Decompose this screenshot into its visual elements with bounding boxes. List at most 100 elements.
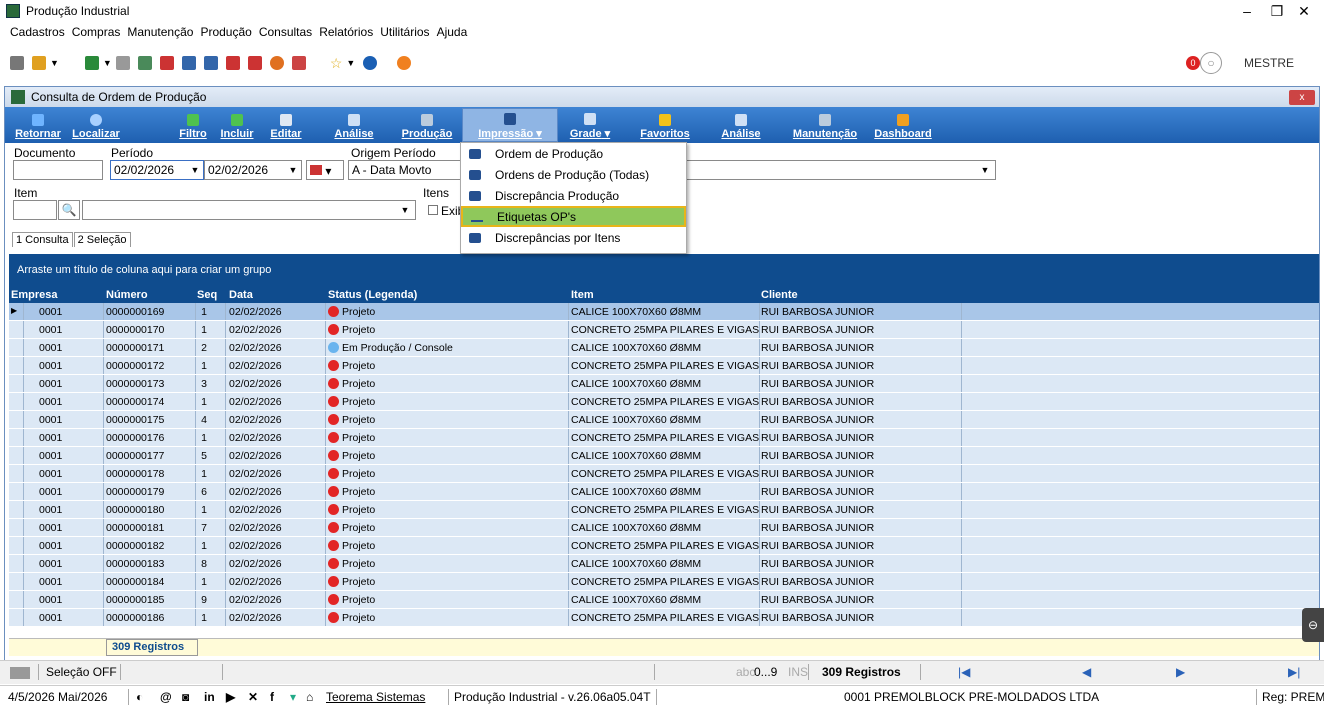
table-row[interactable]: 0001 0000000174 1 02/02/2026 Projeto CONCRETO…	[9, 393, 1319, 411]
next-record-icon[interactable]: ▶	[1176, 665, 1185, 679]
chevron-down-icon[interactable]: ▼	[188, 161, 202, 179]
chevron-down-icon[interactable]: ▼	[978, 161, 992, 179]
factory-icon[interactable]	[115, 56, 130, 70]
header-empresa[interactable]: Empresa	[11, 289, 57, 301]
tab-selecao[interactable]: 2 Seleção	[73, 232, 131, 247]
menu-producao[interactable]: Produção	[200, 25, 251, 39]
chevron-down-icon[interactable]: ▼	[50, 58, 59, 68]
origem-field[interactable]: A - Data Movto	[348, 160, 462, 180]
origem-extra-select[interactable]	[686, 160, 996, 180]
notification-badge[interactable]: 0	[1185, 56, 1200, 70]
chevron-down-icon[interactable]: ▼	[346, 58, 355, 68]
close-button[interactable]: ✕	[1281, 0, 1324, 22]
linkedin-icon[interactable]: in	[204, 690, 215, 704]
menu-manutencao[interactable]: Manutenção	[127, 25, 193, 39]
youtube-icon[interactable]: ▶	[226, 690, 235, 704]
brand-icon[interactable]: ▾	[290, 690, 296, 704]
menu-utilitarios[interactable]: Utilitários	[380, 25, 429, 39]
grade-button[interactable]: Grade ▾	[565, 113, 615, 140]
item-code-field[interactable]	[13, 200, 57, 220]
exib-checkbox[interactable]: Exib	[428, 204, 464, 218]
menu-ajuda[interactable]: Ajuda	[437, 25, 468, 39]
prev-record-icon[interactable]: ◀	[1082, 665, 1091, 679]
table-row[interactable]: 0001 0000000186 1 02/02/2026 Projeto CONCRETO…	[9, 609, 1319, 627]
header-item[interactable]: Item	[571, 289, 594, 301]
facebook-icon[interactable]: f	[270, 690, 274, 704]
chevron-down-icon[interactable]: ▼	[398, 201, 412, 219]
table-row[interactable]: 0001 0000000179 6 02/02/2026 Projeto CALICE 1…	[9, 483, 1319, 501]
header-seq[interactable]: Seq	[197, 289, 217, 301]
calendar-list-icon[interactable]	[225, 56, 240, 70]
last-record-icon[interactable]: ▶|	[1288, 665, 1300, 679]
table-row[interactable]: 0001 0000000177 5 02/02/2026 Projeto CALICE 1…	[9, 447, 1319, 465]
localizar-button[interactable]: Localizar	[65, 114, 127, 140]
group-by-bar[interactable]: Arraste um título de coluna aqui para cr…	[9, 254, 1319, 288]
inner-close-button[interactable]: x	[1289, 90, 1315, 105]
gear-icon[interactable]	[269, 56, 284, 70]
tab-consulta[interactable]: 1 Consulta	[12, 232, 73, 247]
header-numero[interactable]: Número	[106, 289, 148, 301]
chart-icon[interactable]	[181, 56, 196, 70]
calculator-icon[interactable]	[203, 56, 218, 70]
table-row[interactable]: 0001 0000000170 1 02/02/2026 Projeto CONCRETO…	[9, 321, 1319, 339]
star-icon[interactable]: ☆	[330, 55, 343, 72]
filtro-button[interactable]: Filtro	[173, 114, 213, 140]
selection-status[interactable]: Seleção OFF	[46, 665, 117, 679]
manutencao-button[interactable]: Manutenção	[785, 114, 865, 140]
report-icon[interactable]	[291, 56, 306, 70]
screen-icon[interactable]	[10, 56, 24, 70]
table-row[interactable]: 0001 0000000171 2 02/02/2026 Em Produção / C…	[9, 339, 1319, 357]
chevron-down-icon[interactable]: ▼	[286, 161, 300, 179]
support-icon[interactable]: ◐	[136, 690, 143, 704]
table-row[interactable]: 0001 0000000182 1 02/02/2026 Projeto CONCRETO…	[9, 537, 1319, 555]
table-row[interactable]: 0001 0000000175 4 02/02/2026 Projeto CALICE 1…	[9, 411, 1319, 429]
power-icon[interactable]	[397, 56, 412, 70]
item-desc-field[interactable]	[82, 200, 416, 220]
table-row[interactable]: 0001 0000000185 9 02/02/2026 Projeto CALICE 1…	[9, 591, 1319, 609]
table-row[interactable]: 0001 0000000184 1 02/02/2026 Projeto CONCRETO…	[9, 573, 1319, 591]
producao-button[interactable]: Produção	[398, 114, 456, 140]
x-icon[interactable]: ✕	[248, 690, 258, 704]
info-icon[interactable]	[363, 56, 378, 70]
folder-icon[interactable]	[32, 56, 46, 70]
teorema-link[interactable]: Teorema Sistemas	[326, 690, 425, 704]
menu-cadastros[interactable]: Cadastros	[10, 25, 65, 39]
favoritos-button[interactable]: Favoritos	[629, 114, 701, 140]
calendar-picker[interactable]: ▾	[306, 160, 344, 180]
menu-relatorios[interactable]: Relatórios	[319, 25, 373, 39]
analise-button[interactable]: Análise	[330, 114, 378, 140]
side-panel-handle[interactable]: ⊖	[1302, 608, 1324, 642]
table-row[interactable]: ▶ 0001 0000000169 1 02/02/2026 Projeto CALICE …	[9, 303, 1319, 321]
menu-item-discrepancias-itens[interactable]: Discrepâncias por Itens	[461, 227, 686, 248]
chevron-down-icon[interactable]: ▼	[103, 58, 112, 68]
analise-2-button[interactable]: Análise	[717, 114, 765, 140]
editar-button[interactable]: Editar	[263, 114, 309, 140]
table-row[interactable]: 0001 0000000172 1 02/02/2026 Projeto CONCRETO…	[9, 357, 1319, 375]
menu-compras[interactable]: Compras	[72, 25, 121, 39]
incluir-button[interactable]: Incluir	[213, 114, 261, 140]
first-record-icon[interactable]: |◀	[958, 665, 970, 679]
calendar-icon[interactable]	[159, 56, 174, 70]
calendar-check-icon[interactable]	[247, 56, 262, 70]
impressao-button[interactable]: Impressão ▾	[462, 108, 558, 142]
avatar[interactable]: ○	[1199, 52, 1222, 74]
email-icon[interactable]: @	[160, 690, 172, 704]
menu-item-ordens-todas[interactable]: Ordens de Produção (Todas)	[461, 164, 686, 185]
table-row[interactable]: 0001 0000000180 1 02/02/2026 Projeto CONCRETO…	[9, 501, 1319, 519]
menu-consultas[interactable]: Consultas	[259, 25, 312, 39]
header-data[interactable]: Data	[229, 289, 253, 301]
retornar-button[interactable]: Retornar	[11, 114, 65, 140]
table-row[interactable]: 0001 0000000178 1 02/02/2026 Projeto CONCRETO…	[9, 465, 1319, 483]
table-row[interactable]: 0001 0000000181 7 02/02/2026 Projeto CALICE 1…	[9, 519, 1319, 537]
table-row[interactable]: 0001 0000000176 1 02/02/2026 Projeto CONCRETO…	[9, 429, 1319, 447]
documento-field[interactable]	[13, 160, 103, 180]
cap-icon[interactable]: ⌂	[306, 690, 313, 704]
header-cliente[interactable]: Cliente	[761, 289, 798, 301]
factory-green-icon[interactable]	[137, 56, 152, 70]
cart-icon[interactable]	[84, 56, 99, 70]
dashboard-button[interactable]: Dashboard	[869, 114, 937, 140]
table-row[interactable]: 0001 0000000183 8 02/02/2026 Projeto CALICE 1…	[9, 555, 1319, 573]
header-status[interactable]: Status (Legenda)	[328, 289, 417, 301]
menu-item-etiquetas[interactable]: Etiquetas OP's	[461, 206, 686, 227]
table-row[interactable]: 0001 0000000173 3 02/02/2026 Projeto CALICE 1…	[9, 375, 1319, 393]
